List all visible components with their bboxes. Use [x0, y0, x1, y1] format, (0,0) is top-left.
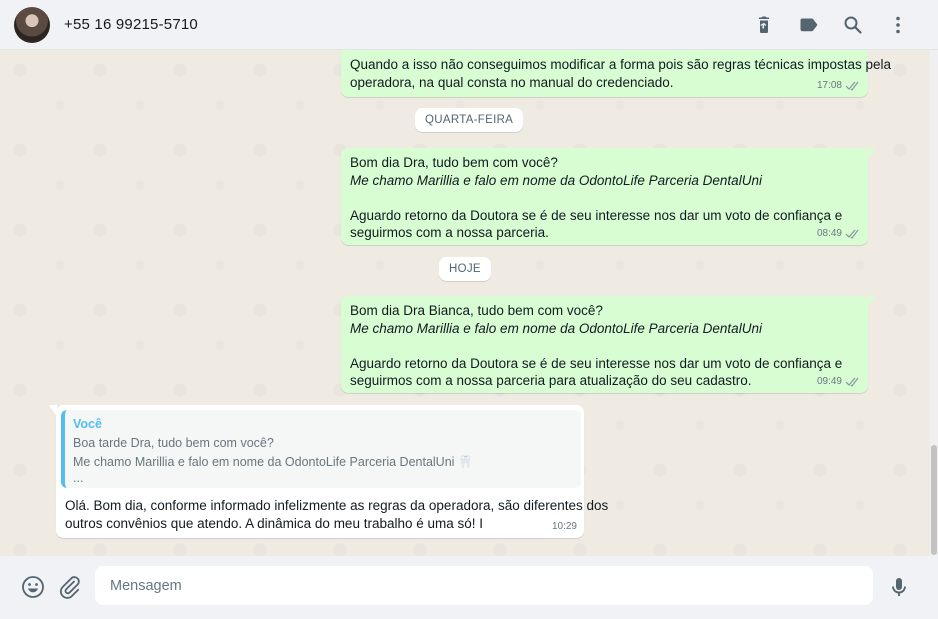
day-separator: QUARTA-FEIRA: [415, 108, 524, 132]
double-check-icon: [845, 377, 859, 387]
double-check-icon: [845, 81, 859, 91]
message-line: seguirmos com a nossa parceria para atua…: [350, 373, 752, 388]
message-line: Me chamo Marillia e falo em nome da Odon…: [350, 320, 762, 336]
message-line: operadora, na qual consta no manual do c…: [350, 74, 674, 90]
message-line: Bom dia Dra Bianca, tudo bem com você?: [350, 303, 603, 318]
message-line: Me chamo Marillia e falo em nome da Odon…: [350, 172, 762, 188]
message-line: [350, 189, 860, 207]
message-time: 10:29: [551, 520, 577, 532]
day-separator: HOJE: [439, 257, 491, 281]
message-line: Olá. Bom dia, conforme informado infeliz…: [65, 498, 609, 513]
message-time: 08:49: [816, 227, 842, 239]
incoming-message[interactable]: Você Boa tarde Dra, tudo bem com você? M…: [49, 405, 608, 538]
emoji-icon[interactable]: [20, 574, 46, 600]
message-meta: 08:49: [817, 225, 861, 243]
microphone-icon[interactable]: [886, 574, 912, 600]
message-line: Aguardo retorno da Doutora se é de seu i…: [350, 355, 843, 371]
outgoing-message[interactable]: Bom dia Dra Bianca, tudo bem com você? M…: [341, 296, 875, 393]
message-line: outros convênios que atendo. A dinâmica …: [65, 515, 484, 531]
message-meta: 17:08: [817, 77, 861, 95]
message-line: Aguardo retorno da Doutora se é de seu i…: [350, 207, 843, 223]
label-icon[interactable]: [797, 13, 821, 37]
quoted-message[interactable]: Você Boa tarde Dra, tudo bem com você? M…: [61, 410, 581, 488]
menu-icon[interactable]: [886, 13, 910, 37]
message-line: Quando a isso não conseguimos modificar …: [350, 57, 892, 72]
message-meta: 09:49: [817, 373, 861, 391]
message-line: [350, 337, 860, 355]
message-line: seguirmos com a nossa parceria.: [350, 225, 549, 240]
quoted-line: Me chamo Marillia e falo em nome da Odon…: [73, 455, 474, 469]
contact-name[interactable]: +55 16 99215-5710: [64, 16, 198, 33]
double-check-icon: [845, 229, 859, 239]
outgoing-message[interactable]: Quando a isso não conseguimos modificar …: [341, 50, 892, 97]
contact-avatar[interactable]: [14, 7, 50, 43]
message-input[interactable]: [95, 566, 873, 605]
delete-icon[interactable]: [752, 13, 776, 37]
scrollbar-thumb[interactable]: [931, 445, 937, 555]
message-time: 09:49: [816, 375, 842, 387]
outgoing-message[interactable]: Bom dia Dra, tudo bem com você? Me chamo…: [341, 148, 875, 245]
compose-bar: [0, 556, 938, 619]
search-icon[interactable]: [841, 13, 865, 37]
quoted-line: ...: [73, 471, 84, 485]
chat-header: +55 16 99215-5710: [0, 0, 938, 50]
message-list[interactable]: Quando a isso não conseguimos modificar …: [0, 50, 930, 556]
message-line: Bom dia Dra, tudo bem com você?: [350, 155, 558, 170]
quoted-line: Boa tarde Dra, tudo bem com você?: [73, 436, 274, 450]
attach-icon[interactable]: [57, 574, 83, 600]
message-time: 17:08: [816, 79, 842, 91]
message-meta: 10:29: [552, 518, 577, 536]
quoted-author: Você: [73, 417, 102, 431]
chat-scrollbar[interactable]: [930, 50, 938, 556]
